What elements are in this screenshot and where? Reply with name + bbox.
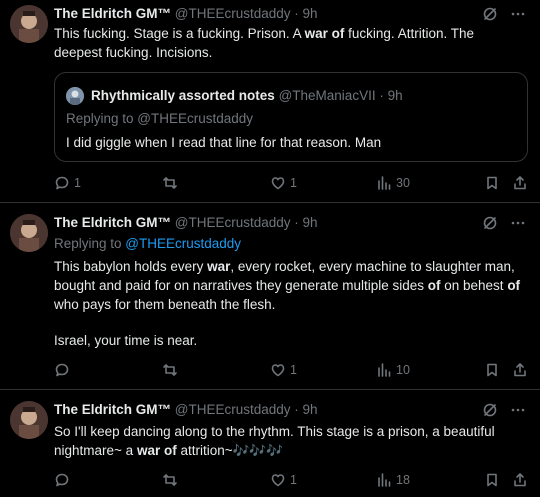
tweet-header: The Eldritch GM™ @THEEcrustdaddy · 9h — [54, 5, 318, 23]
like-icon — [271, 177, 285, 190]
quote-display-name[interactable]: Rhythmically assorted notes — [91, 88, 275, 103]
views-button[interactable]: 18 — [376, 470, 410, 490]
bookmark-icon — [487, 473, 497, 487]
reply-button[interactable] — [54, 470, 70, 490]
retweet-icon — [163, 474, 177, 486]
tweet-header: The Eldritch GM™ @THEEcrustdaddy · 9h — [54, 401, 318, 419]
reply-icon — [55, 176, 69, 190]
bookmark-button[interactable] — [484, 360, 500, 380]
like-icon — [271, 364, 285, 377]
like-count: 1 — [290, 363, 297, 377]
retweet-button[interactable] — [162, 470, 178, 490]
grok-icon[interactable] — [482, 402, 498, 423]
tweet-text: So I'll keep dancing along to the rhythm… — [54, 424, 495, 458]
views-button[interactable]: 30 — [376, 173, 410, 193]
avatar[interactable] — [10, 401, 48, 439]
replying-to-handle[interactable]: @THEEcrustdaddy — [125, 236, 241, 251]
reply-icon — [55, 363, 69, 377]
retweet-button[interactable] — [162, 173, 178, 193]
tweet-1[interactable]: The Eldritch GM™ @THEEcrustdaddy · 9h Th… — [0, 0, 540, 200]
like-button[interactable]: 1 — [270, 470, 297, 490]
share-button[interactable] — [512, 173, 528, 193]
share-icon — [514, 176, 526, 190]
more-icon[interactable] — [510, 402, 526, 423]
quote-handle[interactable]: @TheManiacVII — [279, 88, 376, 103]
retweet-button[interactable] — [162, 360, 178, 380]
share-button[interactable] — [512, 470, 528, 490]
bookmark-icon — [487, 176, 497, 190]
tweet-text: This fucking. Stage is a fucking. Prison… — [54, 26, 474, 60]
user-handle[interactable]: @THEEcrustdaddy — [175, 215, 291, 230]
user-handle[interactable]: @THEEcrustdaddy — [175, 402, 291, 417]
views-icon — [378, 176, 391, 190]
views-count: 30 — [396, 176, 410, 190]
quoted-tweet[interactable]: Rhythmically assorted notes @TheManiacVI… — [54, 72, 528, 162]
tweet-text: This babylon holds every war, every rock… — [54, 259, 521, 312]
bookmark-button[interactable] — [484, 173, 500, 193]
like-count: 1 — [290, 473, 297, 487]
views-button[interactable]: 10 — [376, 360, 410, 380]
bookmark-button[interactable] — [484, 470, 500, 490]
quote-avatar[interactable] — [66, 87, 84, 105]
views-count: 10 — [396, 363, 410, 377]
display-name[interactable]: The Eldritch GM™ — [54, 6, 171, 21]
display-name[interactable]: The Eldritch GM™ — [54, 215, 171, 230]
share-icon — [514, 473, 526, 487]
like-count: 1 — [290, 176, 297, 190]
reply-count: 1 — [74, 176, 81, 190]
grok-icon[interactable] — [482, 215, 498, 236]
music-notes-emoji: 🎶🎶🎶 — [232, 443, 284, 458]
reply-icon — [55, 473, 69, 487]
avatar[interactable] — [10, 5, 48, 43]
views-count: 18 — [396, 473, 410, 487]
action-bar: 1 18 — [54, 470, 530, 490]
timestamp[interactable]: · 9h — [294, 402, 317, 417]
quote-timestamp[interactable]: · 9h — [379, 88, 402, 103]
tweet-header: The Eldritch GM™ @THEEcrustdaddy · 9h — [54, 214, 318, 232]
display-name[interactable]: The Eldritch GM™ — [54, 402, 171, 417]
tweet-top-icons — [482, 215, 526, 236]
reply-button[interactable] — [54, 360, 70, 380]
timestamp[interactable]: · 9h — [294, 215, 317, 230]
tweet-3[interactable]: The Eldritch GM™ @THEEcrustdaddy · 9h So… — [0, 390, 540, 497]
share-button[interactable] — [512, 360, 528, 380]
replying-to: Replying to @THEEcrustdaddy — [54, 236, 242, 251]
quote-header: Rhythmically assorted notes @TheManiacVI… — [91, 87, 403, 105]
user-handle[interactable]: @THEEcrustdaddy — [175, 6, 291, 21]
action-bar: 1 1 30 — [54, 173, 530, 193]
quote-replying-to: Replying to @THEEcrustdaddy — [66, 111, 254, 126]
share-icon — [514, 363, 526, 377]
action-bar: 1 10 — [54, 360, 530, 380]
tweet-2[interactable]: The Eldritch GM™ @THEEcrustdaddy · 9h Re… — [0, 203, 540, 388]
more-icon[interactable] — [510, 215, 526, 236]
quote-text: I did giggle when I read that line for t… — [66, 135, 382, 150]
retweet-icon — [163, 364, 177, 376]
tweet-top-icons — [482, 402, 526, 423]
retweet-icon — [163, 177, 177, 189]
timestamp[interactable]: · 9h — [294, 6, 317, 21]
reply-button[interactable]: 1 — [54, 173, 81, 193]
bookmark-icon — [487, 363, 497, 377]
like-button[interactable]: 1 — [270, 360, 297, 380]
views-icon — [378, 473, 391, 487]
like-icon — [271, 474, 285, 487]
views-icon — [378, 363, 391, 377]
like-button[interactable]: 1 — [270, 173, 297, 193]
tweet-text-line-2: Israel, your time is near. — [54, 333, 198, 348]
avatar[interactable] — [10, 214, 48, 252]
